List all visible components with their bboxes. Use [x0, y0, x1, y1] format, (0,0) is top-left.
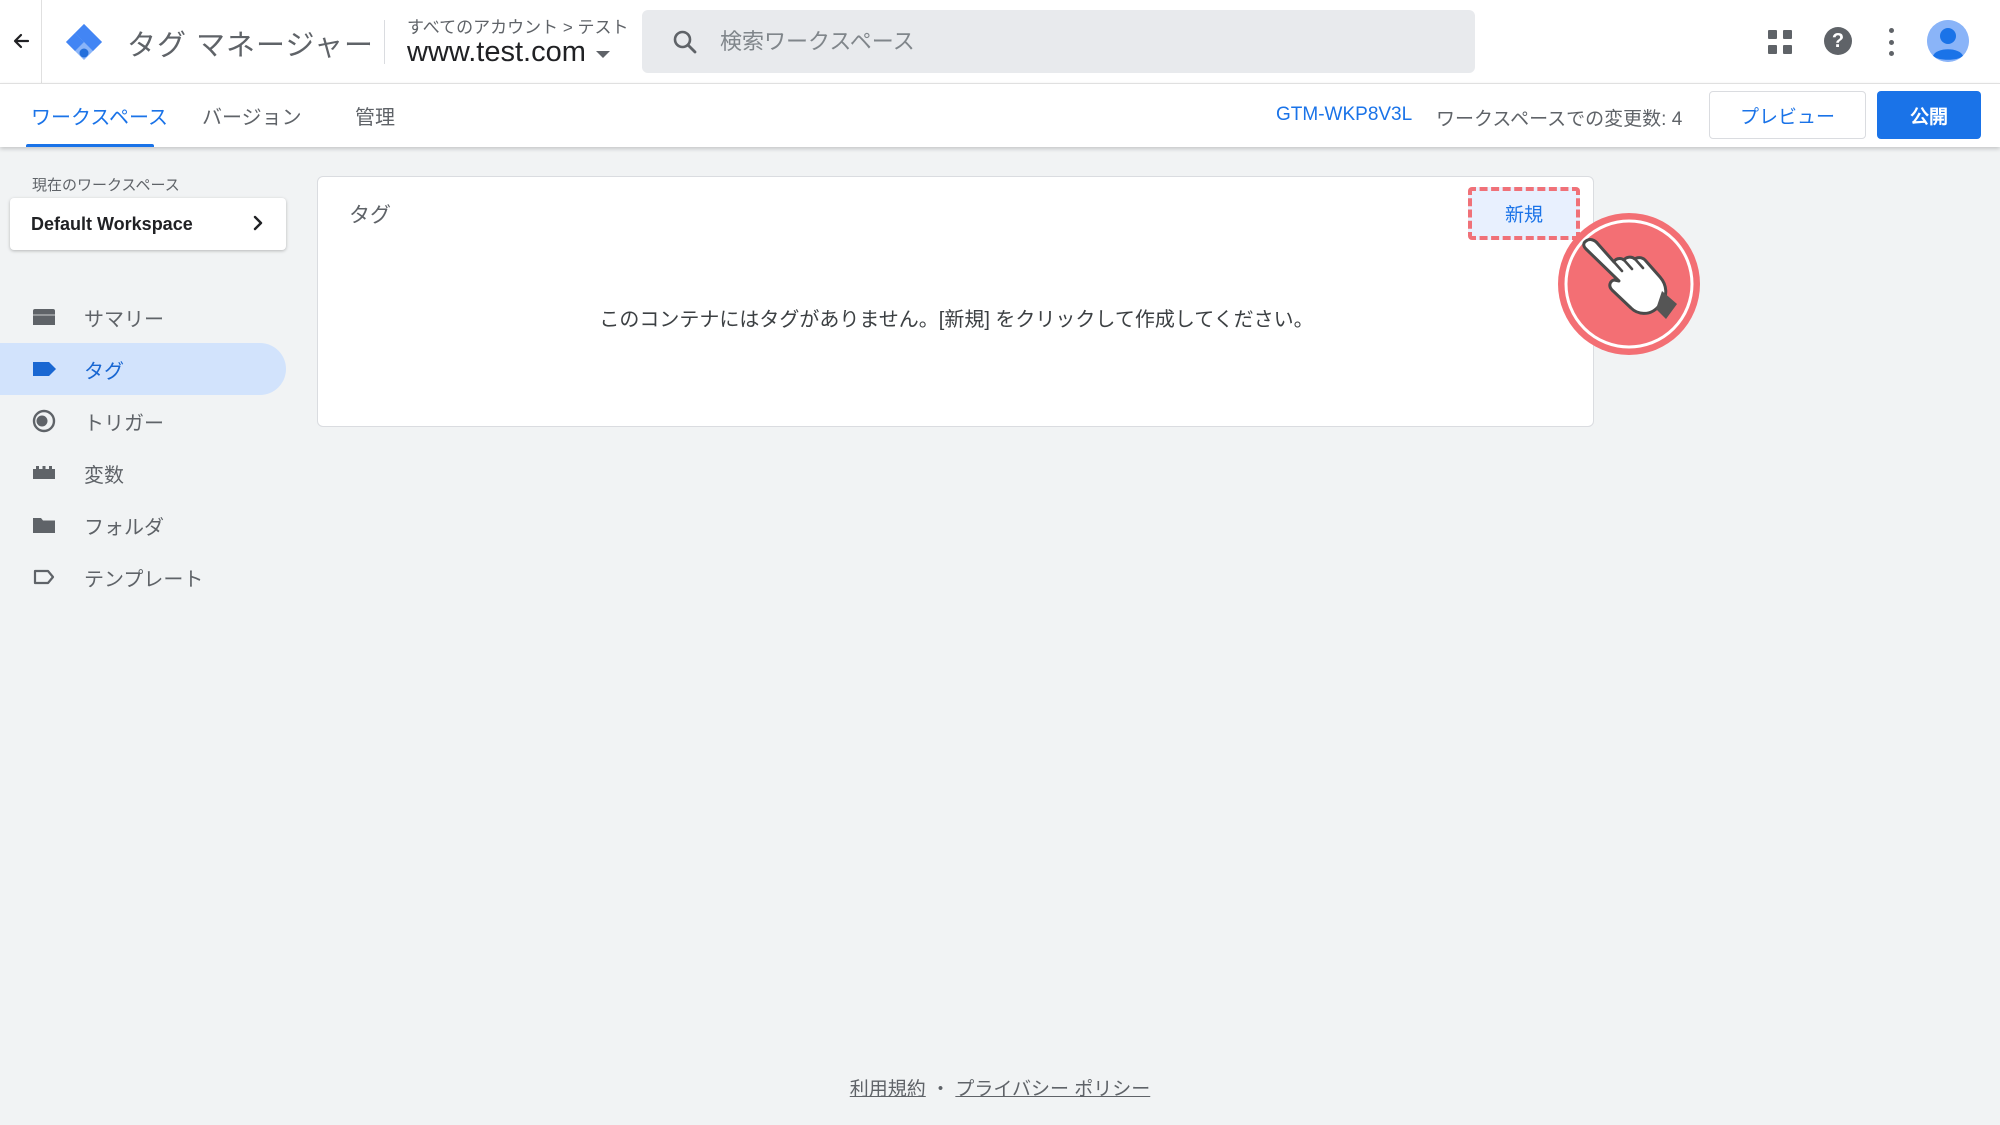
help-icon[interactable]: ?: [1824, 27, 1852, 55]
account-avatar[interactable]: [1927, 20, 1969, 62]
tag-icon: [33, 362, 56, 376]
sidebar-item-folders[interactable]: フォルダ: [0, 499, 286, 551]
tab-versions[interactable]: バージョン: [202, 84, 302, 147]
breadcrumb[interactable]: すべてのアカウント > テスト: [407, 13, 629, 38]
terms-link[interactable]: 利用規約: [850, 1079, 926, 1100]
tab-admin[interactable]: 管理: [355, 84, 395, 147]
trigger-icon: [32, 409, 56, 433]
variables-icon: [33, 466, 55, 479]
apps-grid-icon[interactable]: [1768, 30, 1792, 54]
sidebar-item-tags[interactable]: タグ: [0, 343, 286, 395]
card-title: タグ: [349, 204, 391, 227]
more-vert-icon[interactable]: [1887, 28, 1895, 56]
publish-button[interactable]: 公開: [1877, 91, 1981, 139]
container-selector[interactable]: www.test.com: [407, 36, 610, 69]
footer: 利用規約 ・ プライバシー ポリシー: [0, 1074, 2000, 1101]
workspace-name: Default Workspace: [31, 213, 193, 234]
folder-icon: [33, 518, 55, 533]
sidebar-item-label: フォルダ: [84, 516, 164, 539]
sidebar-item-triggers[interactable]: トリガー: [0, 395, 286, 447]
container-id-link[interactable]: GTM-WKP8V3L: [1276, 104, 1412, 126]
empty-state-message: このコンテナにはタグがありません。[新規] をクリックして作成してください。: [599, 309, 1314, 331]
sidebar-item-label: サマリー: [84, 308, 164, 331]
active-tab-indicator: [26, 144, 154, 147]
search-input[interactable]: [720, 28, 1420, 55]
footer-separator: ・: [931, 1079, 951, 1100]
sidebar-item-templates[interactable]: テンプレート: [0, 551, 286, 603]
chevron-right-icon: [253, 215, 263, 231]
dropdown-caret-icon: [595, 51, 610, 58]
search-bar[interactable]: [642, 10, 1475, 73]
workspace-changes-count: ワークスペースでの変更数: 4: [1436, 109, 1683, 130]
sidebar-item-label: テンプレート: [84, 568, 204, 591]
container-name: www.test.com: [407, 36, 586, 68]
privacy-policy-link[interactable]: プライバシー ポリシー: [955, 1079, 1150, 1100]
top-app-bar: タグ マネージャー すべてのアカウント > テスト www.test.com ?: [0, 0, 2000, 83]
divider: [384, 20, 385, 64]
sidebar-item-variables[interactable]: 変数: [0, 447, 286, 499]
search-icon: [673, 30, 697, 53]
tags-card: タグ 新規 このコンテナにはタグがありません。[新規] をクリックして作成してく…: [317, 176, 1594, 427]
app-title: タグ マネージャー: [127, 30, 375, 62]
sidebar-item-summary[interactable]: サマリー: [0, 291, 286, 343]
account-icon: [1927, 20, 1969, 62]
preview-button[interactable]: プレビュー: [1709, 91, 1866, 139]
pointing-hand-icon: [1558, 213, 1700, 355]
workspace-nav-bar: ワークスペース バージョン 管理 GTM-WKP8V3L ワークスペースでの変更…: [0, 83, 2000, 147]
tag-manager-logo-icon: [66, 24, 102, 60]
sidebar-item-label: トリガー: [84, 412, 164, 435]
divider: [41, 0, 42, 83]
summary-icon: [33, 309, 55, 325]
workspace-selector[interactable]: Default Workspace: [10, 198, 286, 250]
template-icon: [33, 569, 55, 585]
sidebar-item-label: タグ: [84, 360, 124, 383]
tab-workspace[interactable]: ワークスペース: [31, 84, 168, 147]
sidebar-item-label: 変数: [84, 464, 124, 487]
back-arrow-icon[interactable]: [6, 26, 36, 56]
current-workspace-label: 現在のワークスペース: [32, 177, 180, 194]
